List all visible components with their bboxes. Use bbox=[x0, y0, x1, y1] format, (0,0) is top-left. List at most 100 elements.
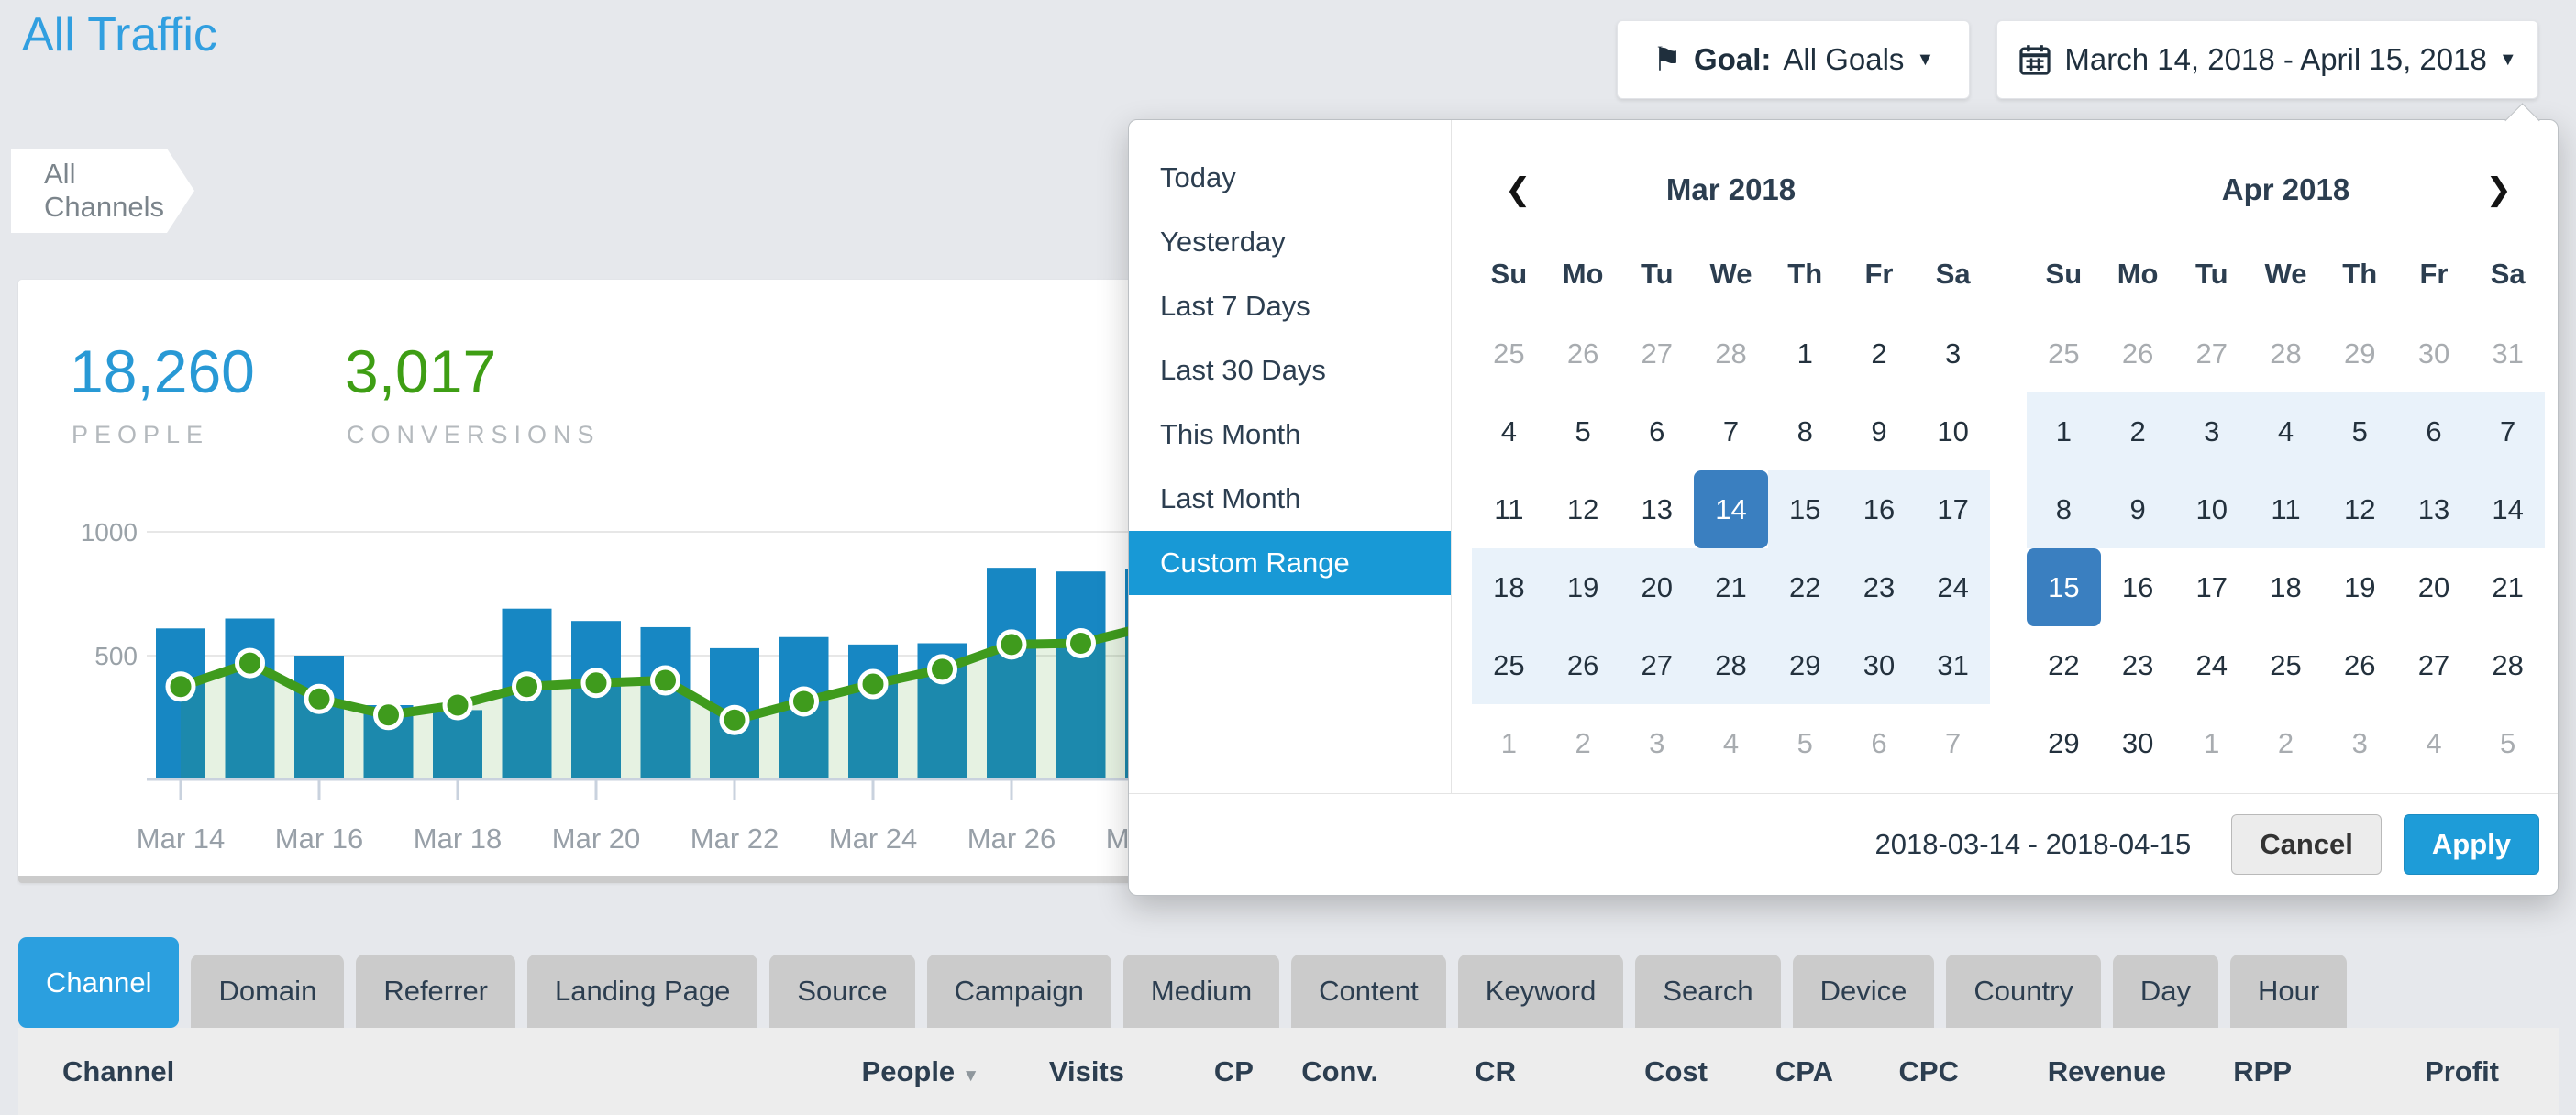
day-cell-22[interactable]: 22 bbox=[2027, 626, 2101, 704]
tab-device[interactable]: Device bbox=[1793, 955, 1935, 1028]
day-cell-25[interactable]: 25 bbox=[1472, 626, 1546, 704]
day-cell-13[interactable]: 13 bbox=[2397, 470, 2471, 548]
breadcrumb-all-channels[interactable]: All Channels bbox=[11, 149, 194, 233]
data-point-mar-27[interactable] bbox=[1068, 631, 1094, 657]
day-cell-30[interactable]: 30 bbox=[1842, 626, 1917, 704]
tab-search[interactable]: Search bbox=[1635, 955, 1780, 1028]
tab-channel[interactable]: Channel bbox=[18, 937, 179, 1028]
preset-this-month[interactable]: This Month bbox=[1129, 403, 1451, 467]
day-cell-23[interactable]: 23 bbox=[2101, 626, 2175, 704]
day-cell-5[interactable]: 5 bbox=[2471, 704, 2545, 782]
preset-last-7-days[interactable]: Last 7 Days bbox=[1129, 274, 1451, 338]
day-cell-2[interactable]: 2 bbox=[2101, 392, 2175, 470]
tab-domain[interactable]: Domain bbox=[191, 955, 344, 1028]
day-cell-5[interactable]: 5 bbox=[1546, 392, 1620, 470]
day-cell-16[interactable]: 16 bbox=[2101, 548, 2175, 626]
day-cell-10[interactable]: 10 bbox=[1916, 392, 1990, 470]
day-cell-16[interactable]: 16 bbox=[1842, 470, 1917, 548]
data-point-mar-24[interactable] bbox=[860, 671, 886, 697]
day-cell-13[interactable]: 13 bbox=[1620, 470, 1694, 548]
day-cell-30[interactable]: 30 bbox=[2397, 315, 2471, 392]
tab-source[interactable]: Source bbox=[769, 955, 914, 1028]
tab-referrer[interactable]: Referrer bbox=[356, 955, 515, 1028]
preset-last-30-days[interactable]: Last 30 Days bbox=[1129, 338, 1451, 403]
tab-day[interactable]: Day bbox=[2113, 955, 2218, 1028]
day-cell-6[interactable]: 6 bbox=[2397, 392, 2471, 470]
day-cell-19[interactable]: 19 bbox=[1546, 548, 1620, 626]
data-point-mar-25[interactable] bbox=[930, 657, 956, 682]
day-cell-21[interactable]: 21 bbox=[2471, 548, 2545, 626]
day-cell-27[interactable]: 27 bbox=[1620, 626, 1694, 704]
data-point-mar-19[interactable] bbox=[514, 674, 540, 700]
day-cell-23[interactable]: 23 bbox=[1842, 548, 1917, 626]
day-cell-8[interactable]: 8 bbox=[2027, 470, 2101, 548]
day-cell-28[interactable]: 28 bbox=[1694, 315, 1768, 392]
day-cell-31[interactable]: 31 bbox=[1916, 626, 1990, 704]
day-cell-19[interactable]: 19 bbox=[2323, 548, 2397, 626]
day-cell-25[interactable]: 25 bbox=[1472, 315, 1546, 392]
data-point-mar-15[interactable] bbox=[238, 650, 263, 676]
day-cell-22[interactable]: 22 bbox=[1768, 548, 1842, 626]
day-cell-29[interactable]: 29 bbox=[2027, 704, 2101, 782]
day-cell-18[interactable]: 18 bbox=[1472, 548, 1546, 626]
day-cell-9[interactable]: 9 bbox=[1842, 392, 1917, 470]
day-cell-30[interactable]: 30 bbox=[2101, 704, 2175, 782]
day-cell-9[interactable]: 9 bbox=[2101, 470, 2175, 548]
data-point-mar-20[interactable] bbox=[583, 670, 609, 696]
day-cell-3[interactable]: 3 bbox=[1916, 315, 1990, 392]
day-cell-5[interactable]: 5 bbox=[1768, 704, 1842, 782]
tab-medium[interactable]: Medium bbox=[1123, 955, 1279, 1028]
day-cell-26[interactable]: 26 bbox=[1546, 626, 1620, 704]
day-cell-1[interactable]: 1 bbox=[1768, 315, 1842, 392]
day-cell-4[interactable]: 4 bbox=[1694, 704, 1768, 782]
day-cell-4[interactable]: 4 bbox=[2397, 704, 2471, 782]
day-cell-7[interactable]: 7 bbox=[1694, 392, 1768, 470]
column-header-cpa[interactable]: CPA bbox=[1708, 1055, 1833, 1088]
day-cell-1[interactable]: 1 bbox=[1472, 704, 1546, 782]
day-cell-18[interactable]: 18 bbox=[2249, 548, 2323, 626]
preset-last-month[interactable]: Last Month bbox=[1129, 467, 1451, 531]
data-point-mar-22[interactable] bbox=[722, 707, 747, 733]
day-cell-1[interactable]: 1 bbox=[2027, 392, 2101, 470]
day-cell-24[interactable]: 24 bbox=[2174, 626, 2249, 704]
chevron-right-icon[interactable]: ❯ bbox=[2486, 162, 2513, 217]
column-header-revenue[interactable]: Revenue bbox=[1959, 1055, 2166, 1088]
column-header-conv-[interactable]: Conv. bbox=[1254, 1055, 1378, 1088]
column-header-channel[interactable]: Channel bbox=[18, 1055, 759, 1088]
data-point-mar-16[interactable] bbox=[306, 686, 332, 712]
goal-dropdown-button[interactable]: ⚑ Goal: All Goals ▼ bbox=[1617, 20, 1970, 99]
day-cell-11[interactable]: 11 bbox=[2249, 470, 2323, 548]
tab-keyword[interactable]: Keyword bbox=[1458, 955, 1624, 1028]
day-cell-24[interactable]: 24 bbox=[1916, 548, 1990, 626]
day-cell-4[interactable]: 4 bbox=[1472, 392, 1546, 470]
tab-content[interactable]: Content bbox=[1291, 955, 1446, 1028]
column-header-profit[interactable]: Profit bbox=[2292, 1055, 2499, 1088]
day-cell-3[interactable]: 3 bbox=[1620, 704, 1694, 782]
data-point-mar-26[interactable] bbox=[999, 632, 1024, 657]
day-cell-4[interactable]: 4 bbox=[2249, 392, 2323, 470]
day-cell-17[interactable]: 17 bbox=[2174, 548, 2249, 626]
tab-country[interactable]: Country bbox=[1946, 955, 2101, 1028]
preset-yesterday[interactable]: Yesterday bbox=[1129, 210, 1451, 274]
data-point-mar-23[interactable] bbox=[791, 689, 817, 714]
column-header-rpp[interactable]: RPP bbox=[2166, 1055, 2292, 1088]
day-cell-20[interactable]: 20 bbox=[2397, 548, 2471, 626]
column-header-cp[interactable]: CP bbox=[1124, 1055, 1254, 1088]
day-cell-20[interactable]: 20 bbox=[1620, 548, 1694, 626]
day-cell-28[interactable]: 28 bbox=[1694, 626, 1768, 704]
day-cell-6[interactable]: 6 bbox=[1620, 392, 1694, 470]
day-cell-14[interactable]: 14 bbox=[2471, 470, 2545, 548]
tab-landing-page[interactable]: Landing Page bbox=[527, 955, 757, 1028]
day-cell-27[interactable]: 27 bbox=[2397, 626, 2471, 704]
column-header-cr[interactable]: CR bbox=[1378, 1055, 1516, 1088]
preset-today[interactable]: Today bbox=[1129, 146, 1451, 210]
day-cell-2[interactable]: 2 bbox=[1546, 704, 1620, 782]
day-cell-26[interactable]: 26 bbox=[2101, 315, 2175, 392]
day-cell-11[interactable]: 11 bbox=[1472, 470, 1546, 548]
chevron-left-icon[interactable]: ❮ bbox=[1505, 162, 1531, 217]
day-cell-27[interactable]: 27 bbox=[1620, 315, 1694, 392]
cancel-button[interactable]: Cancel bbox=[2231, 814, 2382, 875]
column-header-visits[interactable]: Visits bbox=[979, 1055, 1124, 1088]
day-cell-6[interactable]: 6 bbox=[1842, 704, 1917, 782]
day-cell-28[interactable]: 28 bbox=[2249, 315, 2323, 392]
